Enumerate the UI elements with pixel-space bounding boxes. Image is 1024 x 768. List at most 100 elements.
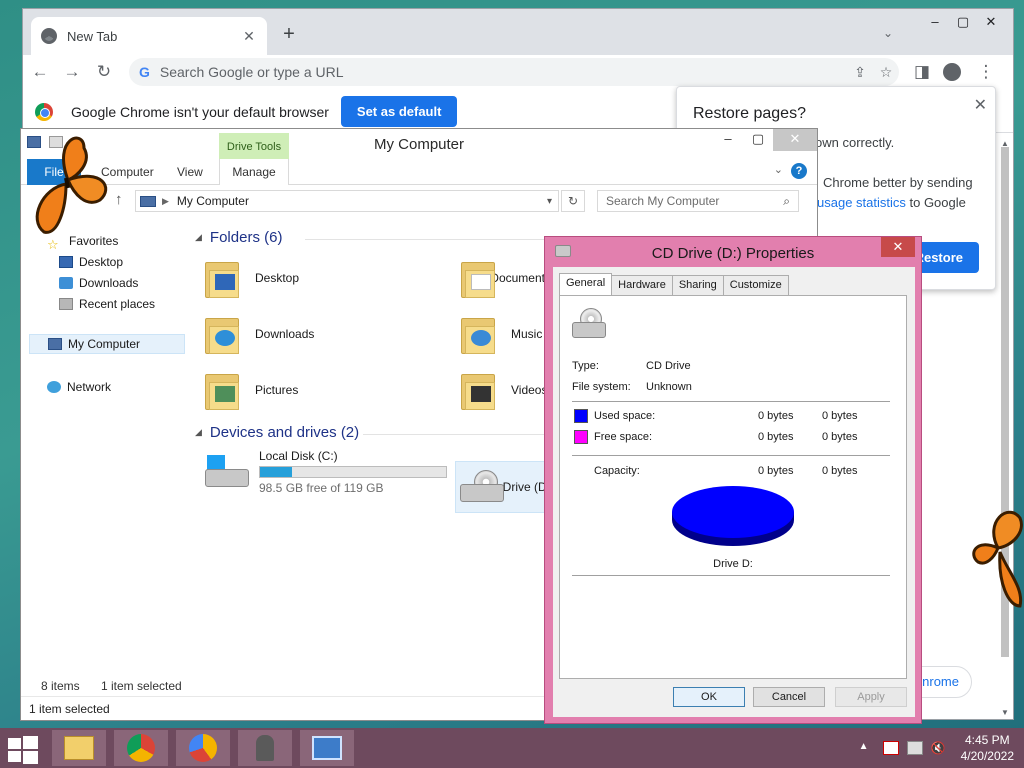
taskbar-file-explorer[interactable] [52, 730, 106, 766]
folder-icon [461, 370, 497, 410]
collapse-triangle-icon[interactable]: ◢ [195, 232, 202, 243]
free-space-bytes: 0 bytes [758, 431, 794, 443]
nav-downloads[interactable]: Downloads [59, 273, 138, 293]
divider [572, 401, 890, 402]
cancel-button[interactable]: Cancel [753, 687, 825, 707]
used-space-label: Used space: [594, 410, 656, 422]
folder-downloads[interactable]: Downloads [205, 309, 314, 359]
nav-recent-places[interactable]: Recent places [59, 294, 155, 314]
taskbar-app-3[interactable] [176, 730, 230, 766]
nav-label: Desktop [79, 255, 124, 269]
expand-ribbon-icon[interactable]: ⌄ [774, 163, 783, 176]
restore-text-line3-rest: to Google [905, 195, 966, 210]
folder-videos[interactable]: Videos [461, 365, 551, 415]
folder-desktop[interactable]: Desktop [205, 253, 299, 303]
dialog-title: CD Drive (D:) Properties [651, 245, 815, 262]
maximize-button[interactable]: ▢ [743, 129, 773, 151]
network-status-icon[interactable] [906, 741, 923, 755]
drive-cd-d[interactable]: CD Drive (D:) [455, 461, 555, 513]
drives-group-header[interactable]: ◢ Devices and drives (2) [195, 424, 803, 441]
tab-new-tab[interactable]: New Tab ✕ [31, 17, 267, 55]
action-center-flag-icon[interactable] [882, 741, 899, 755]
nav-desktop[interactable]: Desktop [59, 252, 123, 272]
breadcrumb-chevron-icon[interactable]: ▶ [162, 196, 169, 207]
tab-view[interactable]: View [177, 159, 203, 185]
tab-hardware[interactable]: Hardware [611, 275, 673, 295]
properties-tabs: General Hardware Sharing Customize [559, 273, 789, 295]
free-space-size: 0 bytes [822, 431, 858, 443]
close-icon[interactable]: ✕ [974, 95, 987, 115]
clock[interactable]: 4:45 PM 4/20/2022 [961, 732, 1014, 764]
ok-button[interactable]: OK [673, 687, 745, 707]
taskbar-app-5[interactable] [300, 730, 354, 766]
folder-music[interactable]: Music [461, 309, 551, 359]
help-icon[interactable]: ? [791, 163, 807, 179]
set-as-default-button[interactable]: Set as default [340, 96, 458, 127]
nav-network[interactable]: Network [47, 377, 111, 397]
tab-close-icon[interactable]: ✕ [237, 28, 261, 45]
minimize-button[interactable]: – [921, 11, 949, 33]
hard-drive-icon [205, 455, 251, 489]
close-window-button[interactable]: ✕ [773, 129, 817, 151]
folders-group-header[interactable]: ◢ Folders (6) [195, 229, 805, 246]
profile-avatar-icon[interactable] [943, 63, 961, 81]
search-icon[interactable]: ⌕ [783, 191, 790, 211]
explorer-title: My Computer [373, 136, 465, 153]
maximize-button[interactable]: ▢ [949, 11, 977, 33]
apply-button[interactable]: Apply [835, 687, 907, 707]
breadcrumb[interactable]: My Computer [177, 194, 249, 208]
forward-arrow-icon[interactable]: → [61, 61, 83, 83]
navigation-pane: ☆ Favorites Desktop Downloads Recent pla… [21, 225, 189, 685]
type-label: Type: [572, 360, 599, 372]
nav-label: My Computer [68, 337, 141, 351]
taskbar-chrome[interactable] [114, 730, 168, 766]
drive-local-disk-c[interactable]: Local Disk (C:) 98.5 GB free of 119 GB [205, 447, 447, 497]
folder-label: Pictures [255, 383, 299, 397]
nav-my-computer[interactable]: My Computer [29, 334, 185, 354]
close-button[interactable]: ✕ [881, 237, 915, 257]
drive-name: Local Disk (C:) [259, 449, 338, 463]
tab-manage[interactable]: Manage [219, 159, 289, 185]
free-space-swatch [574, 430, 588, 444]
close-window-button[interactable]: ✕ [977, 11, 1005, 33]
volume-muted-icon[interactable]: 🔇 [931, 741, 947, 755]
search-input[interactable]: Search My Computer ⌕ [597, 190, 799, 212]
tab-general[interactable]: General [559, 273, 613, 295]
folder-pictures[interactable]: Pictures [205, 365, 298, 415]
start-button[interactable] [8, 736, 38, 764]
usage-statistics-link[interactable]: usage statistics [817, 195, 906, 210]
show-hidden-icons-chevron-icon[interactable]: ▲ [859, 741, 875, 755]
computer-icon [48, 338, 62, 350]
address-bar[interactable]: ▶ My Computer ▾ [135, 190, 559, 212]
reload-icon[interactable]: ↻ [93, 61, 115, 83]
bookmark-star-icon[interactable]: ☆ [873, 64, 899, 81]
clock-time: 4:45 PM [964, 733, 1010, 747]
tab-title: New Tab [67, 28, 118, 44]
collapse-triangle-icon[interactable]: ◢ [195, 427, 202, 438]
chrome-scrollbar[interactable]: ▲ ▼ [999, 139, 1011, 717]
tab-sharing[interactable]: Sharing [671, 275, 724, 295]
tab-customize[interactable]: Customize [722, 275, 789, 295]
minimize-button[interactable]: – [713, 129, 743, 151]
folder-icon [461, 258, 495, 298]
taskbar: ▲ 🔇 4:45 PM 4/20/2022 [0, 728, 1024, 768]
taskbar-app-4[interactable] [238, 730, 292, 766]
tab-search-icon[interactable]: ⌄ [883, 26, 893, 40]
new-tab-button[interactable]: + [279, 24, 299, 44]
refresh-icon[interactable]: ↻ [561, 190, 585, 212]
omnibox[interactable]: G Search Google or type a URL ⇪ ☆ [129, 58, 899, 86]
scroll-down-icon[interactable]: ▼ [999, 708, 1011, 717]
clock-date: 4/20/2022 [960, 749, 1014, 763]
back-arrow-icon[interactable]: ← [29, 61, 51, 83]
up-arrow-icon[interactable]: ↑ [115, 191, 123, 208]
folder-documents[interactable]: Documents [461, 253, 551, 303]
used-space-swatch [574, 409, 588, 423]
recent-places-icon [59, 298, 73, 310]
ribbon-tabs: File Computer View Manage [21, 159, 817, 185]
group-title: Folders (6) [209, 229, 283, 246]
side-panel-icon[interactable]: ◨ [911, 61, 933, 83]
restore-title: Restore pages? [693, 105, 806, 122]
menu-kebab-icon[interactable]: ⋮ [975, 61, 997, 83]
share-icon[interactable]: ⇪ [847, 64, 873, 81]
address-dropdown-icon[interactable]: ▾ [547, 196, 552, 207]
